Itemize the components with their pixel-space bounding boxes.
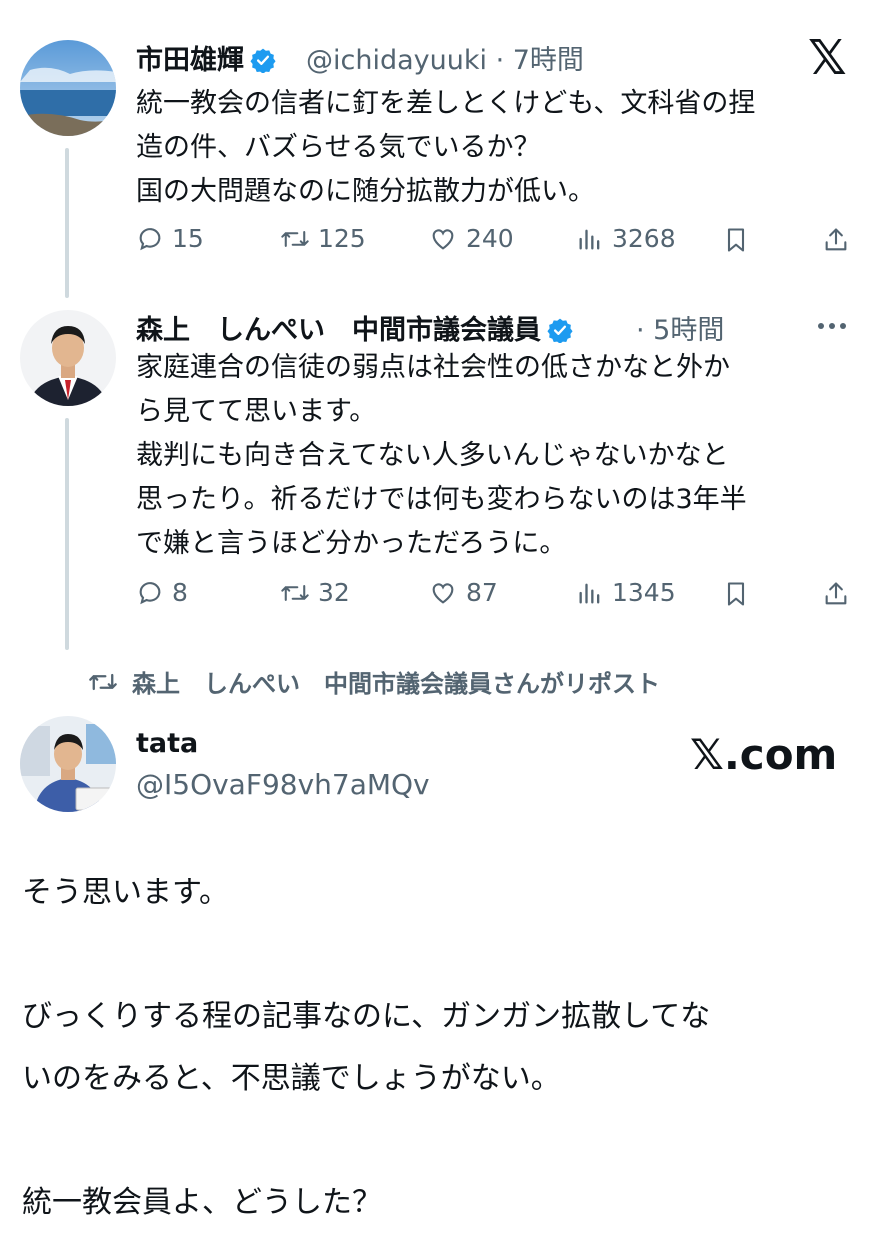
tweet1-display-name[interactable]: 市田雄輝 <box>136 38 276 80</box>
bookmark-icon <box>727 228 745 252</box>
repost-icon <box>89 673 117 690</box>
x-logo-icon[interactable]: 𝕏 <box>808 30 847 86</box>
repost-count: 125 <box>318 224 366 253</box>
avatar-tata[interactable] <box>20 716 116 812</box>
reply-count: 15 <box>172 224 204 253</box>
avatar-ichida[interactable] <box>20 40 116 136</box>
tweet3-handle[interactable]: @I5OvaF98vh7aMQv <box>136 768 430 801</box>
share-icon <box>825 228 847 251</box>
repost-button[interactable]: 125 <box>280 224 366 253</box>
share-icon <box>825 582 847 605</box>
reply-count: 8 <box>172 578 188 607</box>
repost-icon <box>281 584 309 601</box>
repost-icon <box>281 230 309 247</box>
share-button[interactable] <box>822 580 850 612</box>
like-icon <box>432 582 454 604</box>
views-button[interactable]: 1345 <box>576 578 676 607</box>
tweet1-text: 統一教会の信者に釘を差しとくけども、文科省の捏 造の件、バズらせる気でいるか？ … <box>136 88 756 207</box>
like-count: 240 <box>466 224 514 253</box>
tweet2-time[interactable]: · 5時間 <box>636 308 724 347</box>
tweet2-name-text[interactable]: 森上 しんぺい 中間市議会議員 <box>136 315 541 346</box>
tweet2-text: 家庭連合の信徒の弱点は社会性の低さかなと外か ら見てて思います。 裁判にも向き合… <box>136 352 747 559</box>
repost-count: 32 <box>318 578 350 607</box>
more-button[interactable] <box>812 312 852 344</box>
views-icon <box>579 583 600 603</box>
tweet1-name-text[interactable]: 市田雄輝 <box>136 45 244 76</box>
repost-banner-text: 森上 しんぺい 中間市議会議員さんがリポスト <box>132 670 660 698</box>
like-button[interactable]: 240 <box>428 224 514 253</box>
verified-icon <box>250 47 276 80</box>
share-button[interactable] <box>822 226 850 258</box>
reply-icon <box>139 227 161 250</box>
bookmark-button[interactable] <box>722 580 750 612</box>
reply-button[interactable]: 8 <box>136 578 188 607</box>
tweet1-handle-time[interactable]: @ichidayuuki · 7時間 <box>306 38 584 77</box>
bookmark-icon <box>727 582 745 606</box>
avatar-morigami[interactable] <box>20 310 116 406</box>
reply-icon <box>139 581 161 604</box>
views-count: 1345 <box>612 578 676 607</box>
tweet3-text: そう思います。 びっくりする程の記事なのに、ガンガン拡散してな いのをみると、不… <box>22 875 711 1220</box>
thread-line-1 <box>65 148 69 298</box>
more-icon <box>818 323 846 329</box>
like-count: 87 <box>466 578 498 607</box>
x-com-logo[interactable]: 𝕏.com <box>690 730 837 779</box>
repost-button[interactable]: 32 <box>280 578 350 607</box>
views-icon <box>579 229 600 249</box>
repost-banner[interactable]: 森上 しんぺい 中間市議会議員さんがリポスト <box>88 664 660 699</box>
views-count: 3268 <box>612 224 676 253</box>
bookmark-button[interactable] <box>722 226 750 258</box>
like-button[interactable]: 87 <box>428 578 498 607</box>
tweet2-display-name[interactable]: 森上 しんぺい 中間市議会議員 <box>136 308 573 350</box>
tweet3-display-name[interactable]: tata <box>136 728 198 759</box>
views-button[interactable]: 3268 <box>576 224 676 253</box>
like-icon <box>432 228 454 250</box>
thread-line-2 <box>65 418 69 650</box>
reply-button[interactable]: 15 <box>136 224 204 253</box>
